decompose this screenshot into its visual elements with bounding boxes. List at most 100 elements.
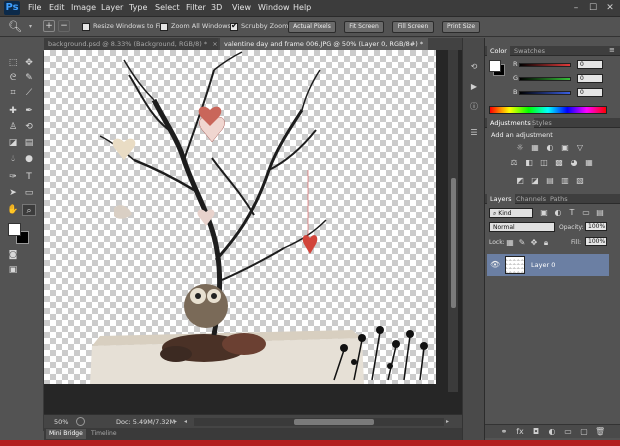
scrollbar-thumb[interactable]: [451, 178, 456, 308]
eyedropper-tool-icon[interactable]: ⟋: [22, 87, 36, 99]
foreground-color-swatch[interactable]: [8, 223, 21, 236]
history-icon[interactable]: ⟲: [469, 62, 479, 72]
tab-swatches[interactable]: Swatches: [511, 46, 548, 56]
channel-g-value[interactable]: 0: [577, 74, 603, 83]
zoom-in-icon[interactable]: +: [43, 20, 55, 32]
trash-icon[interactable]: 🗑: [595, 427, 605, 437]
close-icon[interactable]: ×: [212, 40, 217, 48]
color-foreground-swatch[interactable]: [489, 60, 501, 72]
new-layer-icon[interactable]: ▢: [579, 427, 589, 437]
chevron-down-icon[interactable]: ▾: [29, 23, 32, 30]
crop-tool-icon[interactable]: ⌗: [6, 87, 20, 99]
tab-mini-bridge[interactable]: Mini Bridge: [46, 429, 86, 439]
add-mask-icon[interactable]: ◘: [531, 427, 541, 437]
link-layers-icon[interactable]: ⚭: [499, 427, 509, 437]
filter-smart-icon[interactable]: ▤: [595, 208, 605, 217]
history-brush-tool-icon[interactable]: ⟲: [22, 121, 36, 133]
fit-screen-button[interactable]: Fit Screen: [344, 21, 384, 33]
layer-name[interactable]: Layer 0: [531, 261, 555, 269]
eye-icon[interactable]: 👁︎: [490, 260, 500, 269]
threshold-icon[interactable]: ▤: [545, 176, 555, 185]
menu-edit[interactable]: Edit: [49, 3, 65, 12]
blur-tool-icon[interactable]: 💧︎: [6, 153, 20, 165]
info-icon[interactable]: ⓘ: [469, 102, 479, 112]
new-adjustment-icon[interactable]: ◐: [547, 427, 557, 437]
lock-transparent-icon[interactable]: ▦: [505, 238, 515, 247]
lock-position-icon[interactable]: ✥: [529, 238, 539, 247]
menu-select[interactable]: Select: [155, 3, 180, 12]
zoom-all-checkbox[interactable]: [160, 23, 168, 31]
menu-3d[interactable]: 3D: [211, 3, 222, 12]
filter-adjustment-icon[interactable]: ◐: [553, 208, 563, 217]
zoom-tool-icon[interactable]: 🔍︎: [8, 20, 22, 33]
menu-filter[interactable]: Filter: [186, 3, 206, 12]
channel-r-slider[interactable]: [519, 63, 571, 67]
lock-all-icon[interactable]: 🔒︎: [541, 238, 551, 247]
type-tool-icon[interactable]: T: [22, 171, 36, 183]
fx-icon[interactable]: fx: [515, 427, 525, 437]
menu-window[interactable]: Window: [258, 3, 290, 12]
lasso-tool-icon[interactable]: ᘓ: [6, 72, 20, 84]
zoom-tool-icon[interactable]: ⌕: [22, 204, 36, 216]
tab-background-psd[interactable]: background.psd @ 8.33% (Background, RGB/…: [44, 38, 218, 50]
brush-tool-icon[interactable]: ✒: [22, 105, 36, 117]
canvas[interactable]: [44, 50, 436, 384]
brightness-icon[interactable]: ☼: [515, 143, 525, 152]
actions-icon[interactable]: ▶: [469, 82, 479, 92]
new-group-icon[interactable]: ▭: [563, 427, 573, 437]
vibrance-icon[interactable]: ▽: [575, 143, 585, 152]
pen-tool-icon[interactable]: ✑: [6, 171, 20, 183]
menu-view[interactable]: View: [232, 3, 251, 12]
actual-pixels-button[interactable]: Actual Pixels: [288, 21, 336, 33]
tab-timeline[interactable]: Timeline: [88, 429, 120, 439]
color-spectrum-ramp[interactable]: [489, 106, 607, 114]
tab-paths[interactable]: Paths: [547, 194, 571, 204]
shape-tool-icon[interactable]: ▭: [22, 187, 36, 199]
healing-tool-icon[interactable]: ✚: [6, 105, 20, 117]
layer-filter-dropdown[interactable]: ⌕ Kind: [489, 208, 533, 218]
chevron-right-icon[interactable]: ▸: [446, 418, 449, 425]
tab-adjustments[interactable]: Adjustments: [487, 118, 534, 128]
hue-saturation-icon[interactable]: ⚖: [509, 158, 519, 167]
posterize-icon[interactable]: ◪: [530, 176, 540, 185]
channel-g-slider[interactable]: [519, 77, 571, 81]
hand-tool-icon[interactable]: ✋: [6, 204, 20, 216]
channel-b-slider[interactable]: [519, 91, 571, 95]
quick-mask-icon[interactable]: ◙: [6, 249, 20, 261]
marquee-tool-icon[interactable]: ⬚: [6, 57, 20, 69]
filter-shape-icon[interactable]: ▭: [581, 208, 591, 217]
opacity-input[interactable]: 100%: [585, 222, 607, 231]
channel-mixer-icon[interactable]: ◕: [569, 158, 579, 167]
horizontal-scrollbar-thumb[interactable]: [294, 419, 374, 425]
blend-mode-select[interactable]: Normal: [489, 222, 555, 232]
quick-select-tool-icon[interactable]: ✎: [22, 72, 36, 84]
dodge-tool-icon[interactable]: ●: [22, 153, 36, 165]
color-balance-icon[interactable]: ◧: [524, 158, 534, 167]
screen-mode-icon[interactable]: ▣: [6, 264, 20, 276]
channel-b-value[interactable]: 0: [577, 88, 603, 97]
filter-type-icon[interactable]: T: [567, 208, 577, 217]
zoom-out-icon[interactable]: −: [58, 20, 70, 32]
layer-row-layer-0[interactable]: 👁︎ Layer 0: [487, 254, 609, 276]
tab-channels[interactable]: Channels: [513, 194, 549, 204]
photo-filter-icon[interactable]: ▩: [554, 158, 564, 167]
lock-pixels-icon[interactable]: ✎: [517, 238, 527, 247]
resize-windows-checkbox[interactable]: [82, 23, 90, 31]
menu-layer[interactable]: Layer: [101, 3, 123, 12]
filter-pixel-icon[interactable]: ▣: [539, 208, 549, 217]
selective-color-icon[interactable]: ▧: [575, 176, 585, 185]
document-window[interactable]: [44, 50, 482, 414]
fill-input[interactable]: 100%: [585, 237, 607, 246]
curves-icon[interactable]: ◐: [545, 143, 555, 152]
move-tool-icon[interactable]: ✥: [22, 57, 36, 69]
menu-image[interactable]: Image: [71, 3, 96, 12]
zoom-level[interactable]: 50%: [54, 418, 68, 426]
maximize-icon[interactable]: ☐: [587, 2, 599, 14]
tab-styles[interactable]: Styles: [529, 118, 555, 128]
levels-icon[interactable]: ▦: [530, 143, 540, 152]
path-select-tool-icon[interactable]: ➤: [6, 187, 20, 199]
panel-menu-icon[interactable]: ≡: [609, 46, 615, 54]
stamp-tool-icon[interactable]: ♙: [6, 121, 20, 133]
black-white-icon[interactable]: ◫: [539, 158, 549, 167]
tab-valentine-jpg[interactable]: valentine day and frame 006.JPG @ 50% (L…: [220, 38, 428, 50]
